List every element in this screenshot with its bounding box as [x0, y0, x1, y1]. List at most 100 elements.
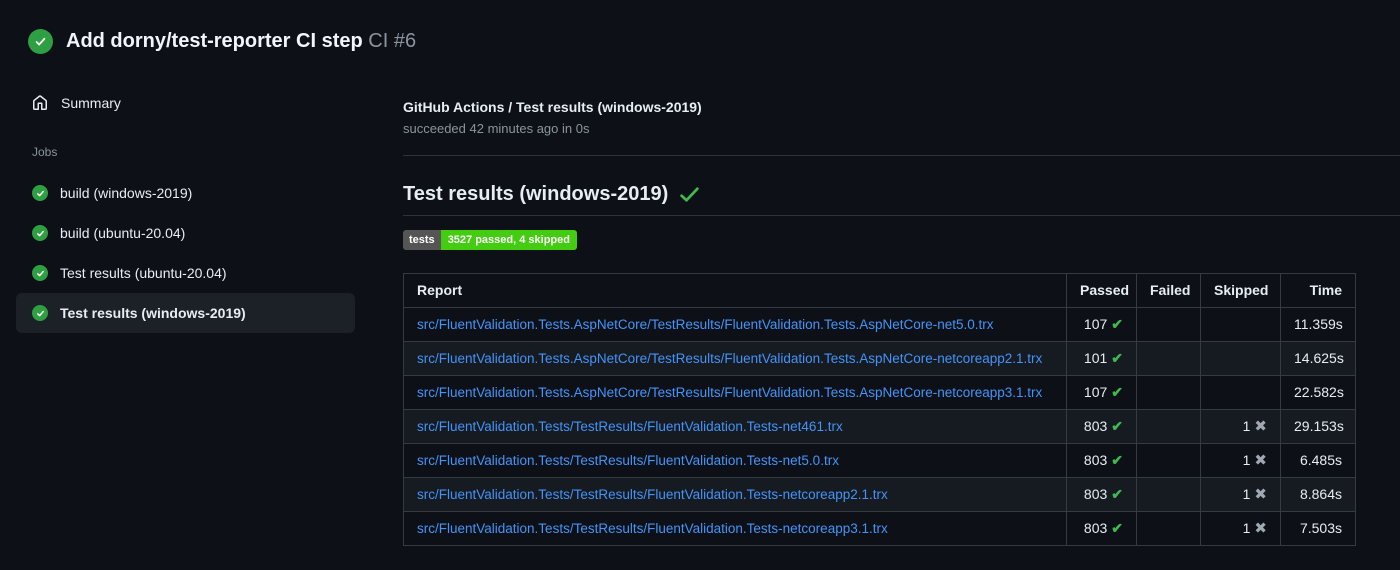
- x-icon: ✖: [1254, 452, 1267, 469]
- passed-cell: 803 ✔: [1066, 443, 1137, 478]
- failed-cell: [1136, 307, 1201, 342]
- passed-cell: 107 ✔: [1066, 375, 1137, 410]
- failed-cell: [1136, 443, 1201, 478]
- sidebar-job-item[interactable]: build (ubuntu-20.04): [16, 213, 355, 253]
- page-title: Add dorny/test-reporter CI step CI #6: [66, 30, 416, 53]
- job-label: build (windows-2019): [60, 185, 193, 201]
- skipped-count: 1: [1242, 418, 1251, 434]
- check-circle-icon: [32, 265, 48, 281]
- report-cell: src/FluentValidation.Tests/TestResults/F…: [403, 443, 1067, 478]
- column-header-report: Report: [403, 273, 1067, 308]
- run-header: Add dorny/test-reporter CI step CI #6: [28, 29, 416, 54]
- failed-cell: [1136, 375, 1201, 410]
- run-number: CI #6: [368, 30, 417, 52]
- jobs-heading: Jobs: [32, 145, 58, 159]
- skipped-cell: 1 ✖: [1200, 511, 1281, 546]
- table-row: src/FluentValidation.Tests/TestResults/F…: [403, 477, 1356, 512]
- report-link[interactable]: src/FluentValidation.Tests/TestResults/F…: [417, 419, 843, 434]
- skipped-cell: [1200, 375, 1281, 410]
- main-content: GitHub Actions / Test results (windows-2…: [403, 99, 1400, 546]
- section-title: Test results (windows-2019): [403, 183, 669, 205]
- skipped-cell: 1 ✖: [1200, 409, 1281, 444]
- skipped-count: 1: [1242, 486, 1251, 502]
- check-circle-icon: [32, 185, 48, 201]
- report-link[interactable]: src/FluentValidation.Tests/TestResults/F…: [417, 487, 888, 502]
- check-run-status: succeeded 42 minutes ago in 0s: [403, 121, 590, 136]
- column-header-time: Time: [1280, 273, 1356, 308]
- report-link[interactable]: src/FluentValidation.Tests.AspNetCore/Te…: [417, 351, 1042, 366]
- divider: [403, 155, 1400, 156]
- check-circle-icon: [32, 305, 48, 321]
- check-icon: ✔: [1111, 384, 1123, 400]
- x-icon: ✖: [1254, 418, 1267, 435]
- report-cell: src/FluentValidation.Tests/TestResults/F…: [403, 409, 1067, 444]
- column-header-skipped: Skipped: [1200, 273, 1281, 308]
- sidebar-job-item[interactable]: Test results (windows-2019): [16, 293, 355, 333]
- check-circle-icon: [32, 225, 48, 241]
- column-header-passed: Passed: [1066, 273, 1137, 308]
- jobs-list: build (windows-2019) build (ubuntu-20.04)…: [16, 173, 355, 333]
- passed-cell: 803 ✔: [1066, 477, 1137, 512]
- check-icon: ✔: [1111, 316, 1123, 332]
- time-cell: 29.153s: [1280, 409, 1356, 444]
- check-run-title: GitHub Actions / Test results (windows-2…: [403, 99, 702, 115]
- time-cell: 6.485s: [1280, 443, 1356, 478]
- check-icon: ✔: [1111, 486, 1123, 502]
- failed-cell: [1136, 341, 1201, 376]
- time-cell: 14.625s: [1280, 341, 1356, 376]
- sidebar: Summary Jobs build (windows-2019) build (…: [16, 85, 355, 333]
- skipped-cell: 1 ✖: [1200, 443, 1281, 478]
- sidebar-item-summary[interactable]: Summary: [16, 85, 355, 121]
- skipped-cell: [1200, 307, 1281, 342]
- failed-cell: [1136, 477, 1201, 512]
- column-header-failed: Failed: [1136, 273, 1201, 308]
- table-row: src/FluentValidation.Tests.AspNetCore/Te…: [403, 341, 1356, 376]
- passed-count: 803: [1083, 486, 1108, 502]
- check-circle-icon: [28, 29, 53, 54]
- report-cell: src/FluentValidation.Tests.AspNetCore/Te…: [403, 341, 1067, 376]
- table-header-row: Report Passed Failed Skipped Time: [403, 273, 1356, 308]
- home-icon: [32, 95, 48, 111]
- report-cell: src/FluentValidation.Tests/TestResults/F…: [403, 477, 1067, 512]
- report-link[interactable]: src/FluentValidation.Tests/TestResults/F…: [417, 453, 839, 468]
- skipped-cell: 1 ✖: [1200, 477, 1281, 512]
- time-cell: 7.503s: [1280, 511, 1356, 546]
- passed-count: 107: [1083, 316, 1108, 332]
- tests-badge[interactable]: tests 3527 passed, 4 skipped: [403, 230, 577, 250]
- passed-count: 107: [1083, 384, 1108, 400]
- x-icon: ✖: [1254, 520, 1267, 537]
- report-cell: src/FluentValidation.Tests.AspNetCore/Te…: [403, 307, 1067, 342]
- check-icon: ✔: [1111, 452, 1123, 468]
- report-link[interactable]: src/FluentValidation.Tests/TestResults/F…: [417, 521, 888, 536]
- check-icon: ✔: [1111, 350, 1123, 366]
- divider: [403, 215, 1400, 216]
- sidebar-summary-label: Summary: [61, 95, 121, 111]
- sidebar-job-item[interactable]: build (windows-2019): [16, 173, 355, 213]
- test-results-table: Report Passed Failed Skipped Time src/Fluent…: [403, 273, 1356, 546]
- report-link[interactable]: src/FluentValidation.Tests.AspNetCore/Te…: [417, 317, 994, 332]
- passed-count: 101: [1083, 350, 1108, 366]
- passed-cell: 101 ✔: [1066, 341, 1137, 376]
- table-row: src/FluentValidation.Tests.AspNetCore/Te…: [403, 375, 1356, 410]
- skipped-count: 1: [1242, 520, 1251, 536]
- sidebar-job-item[interactable]: Test results (ubuntu-20.04): [16, 253, 355, 293]
- report-link[interactable]: src/FluentValidation.Tests.AspNetCore/Te…: [417, 385, 1042, 400]
- check-icon: [679, 186, 700, 203]
- check-icon: ✔: [1111, 418, 1123, 434]
- job-label: build (ubuntu-20.04): [60, 225, 186, 241]
- report-cell: src/FluentValidation.Tests.AspNetCore/Te…: [403, 375, 1067, 410]
- time-cell: 22.582s: [1280, 375, 1356, 410]
- passed-count: 803: [1083, 418, 1108, 434]
- time-cell: 11.359s: [1280, 307, 1356, 342]
- time-cell: 8.864s: [1280, 477, 1356, 512]
- table-row: src/FluentValidation.Tests/TestResults/F…: [403, 409, 1356, 444]
- passed-count: 803: [1083, 452, 1108, 468]
- table-row: src/FluentValidation.Tests/TestResults/F…: [403, 511, 1356, 546]
- badge-label: tests: [403, 230, 441, 250]
- passed-cell: 803 ✔: [1066, 511, 1137, 546]
- table-row: src/FluentValidation.Tests/TestResults/F…: [403, 443, 1356, 478]
- check-icon: ✔: [1111, 520, 1123, 536]
- passed-cell: 107 ✔: [1066, 307, 1137, 342]
- x-icon: ✖: [1254, 486, 1267, 503]
- failed-cell: [1136, 511, 1201, 546]
